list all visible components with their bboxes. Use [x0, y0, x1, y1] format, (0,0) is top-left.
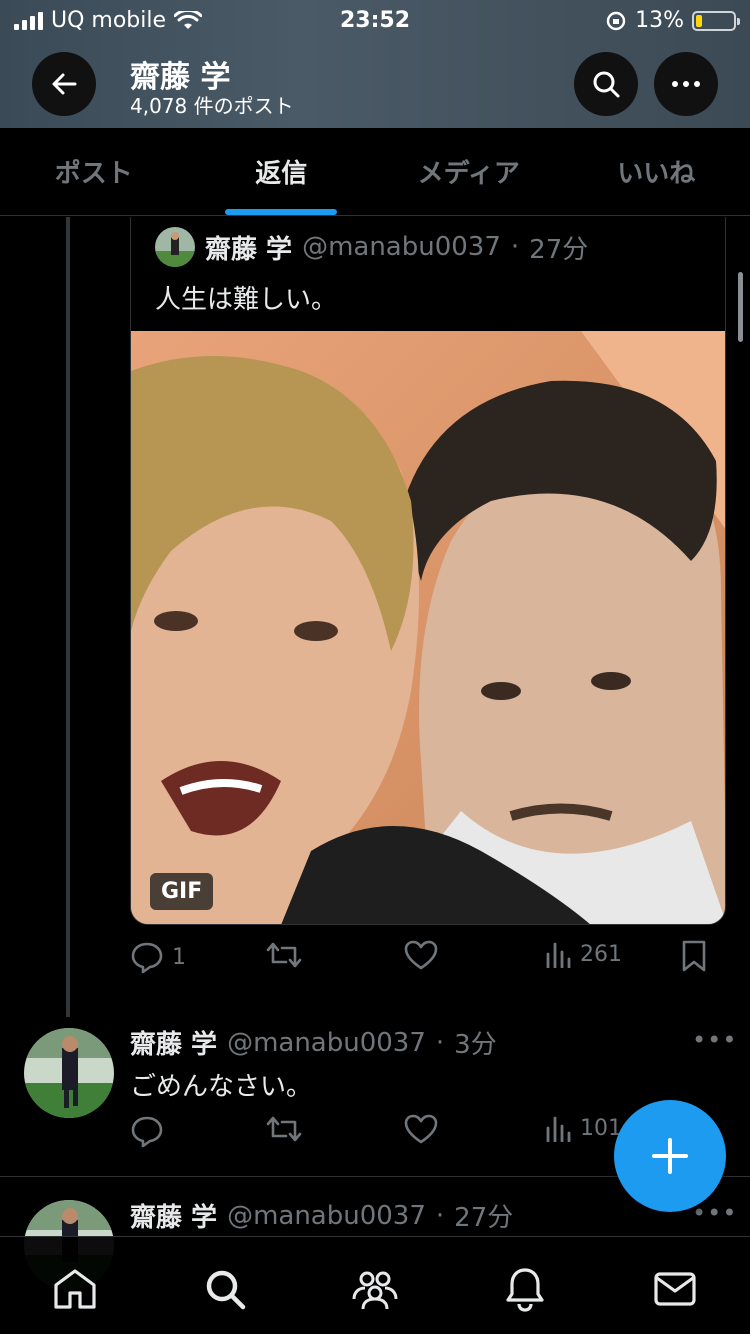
reply-header: 齋藤 学 @manabu0037 · 3分	[130, 1024, 497, 1061]
tab-likes[interactable]: いいね	[563, 128, 750, 215]
heart-icon	[404, 1114, 438, 1144]
author-handle: @manabu0037	[227, 1027, 426, 1058]
notifications-icon	[506, 1268, 544, 1312]
nav-communities[interactable]	[345, 1259, 405, 1319]
view-count: 101	[580, 1115, 622, 1141]
nav-search[interactable]	[195, 1259, 255, 1319]
like-button[interactable]	[404, 940, 438, 970]
search-icon	[206, 1270, 246, 1310]
bookmark-button[interactable]	[680, 940, 708, 972]
author-handle: @manabu0037	[302, 232, 501, 262]
avatar[interactable]	[24, 1028, 114, 1118]
search-button[interactable]	[574, 52, 638, 116]
author-name: 齋藤 学	[130, 1030, 218, 1060]
reply-icon	[131, 1116, 163, 1148]
separator-dot: ·	[435, 1200, 445, 1231]
gif-badge: GIF	[150, 873, 214, 910]
repost-icon	[266, 1116, 302, 1142]
reply-count: 1	[172, 944, 186, 970]
like-button[interactable]	[404, 1114, 438, 1144]
reply-header: 齋藤 学 @manabu0037 · 27分	[130, 1197, 513, 1234]
nav-notifications[interactable]	[495, 1259, 555, 1319]
view-count: 261	[580, 941, 622, 967]
battery-icon	[692, 10, 740, 31]
avatar	[155, 227, 195, 267]
tab-replies[interactable]: 返信	[188, 128, 376, 215]
author-name: 齋藤 学	[205, 234, 293, 265]
quoted-post[interactable]: 齋藤 学 @manabu0037 · 27分 人生は難しい。 GIF	[130, 217, 726, 925]
author-handle: @manabu0037	[227, 1200, 426, 1231]
separator-dot: ·	[510, 232, 520, 262]
reply-button[interactable]: 1	[130, 940, 186, 974]
thread-connector-line	[66, 217, 70, 1017]
battery-percent: 13%	[635, 8, 684, 33]
more-options-button[interactable]	[654, 52, 718, 116]
search-icon	[593, 71, 620, 98]
views-button[interactable]: 261	[544, 940, 622, 968]
post-actions: 1 261	[130, 940, 726, 980]
post-time: 3分	[454, 1030, 497, 1060]
repost-button[interactable]	[266, 940, 302, 970]
repost-icon	[266, 942, 302, 968]
views-chart-icon	[546, 942, 571, 968]
post-text: 人生は難しい。	[155, 285, 338, 315]
tab-media[interactable]: メディア	[375, 128, 563, 215]
plus-icon	[652, 1138, 688, 1174]
reply-button[interactable]	[130, 1114, 164, 1148]
separator-dot: ·	[435, 1027, 445, 1058]
nav-messages[interactable]	[645, 1259, 705, 1319]
profile-tabs: ポスト 返信 メディア いいね	[0, 128, 750, 216]
author-name: 齋藤 学	[130, 1203, 218, 1233]
profile-header: UQ mobile 23:52 13% 齋藤 学 4,078 件のポスト	[0, 0, 750, 128]
communities-icon	[352, 1271, 398, 1310]
arrow-left-icon	[52, 73, 77, 95]
repost-button[interactable]	[266, 1114, 302, 1144]
status-right: 13%	[605, 8, 740, 33]
home-icon	[54, 1269, 96, 1309]
post-time: 27分	[454, 1203, 514, 1233]
gif-media[interactable]: GIF	[131, 331, 725, 924]
post-time: 27分	[529, 234, 589, 265]
bottom-navigation	[0, 1236, 750, 1334]
ellipsis-icon	[672, 81, 700, 87]
tab-posts[interactable]: ポスト	[0, 128, 188, 215]
views-chart-icon	[546, 1116, 571, 1142]
scrollbar[interactable]	[738, 272, 743, 342]
bookmark-icon	[682, 940, 706, 972]
post-more-button[interactable]: •••	[692, 1026, 737, 1054]
nav-home[interactable]	[45, 1259, 105, 1319]
quoted-post-header: 齋藤 学 @manabu0037 · 27分	[155, 227, 588, 267]
views-button[interactable]: 101	[544, 1114, 622, 1142]
compose-post-button[interactable]	[614, 1100, 726, 1212]
back-button[interactable]	[32, 52, 96, 116]
status-bar: UQ mobile 23:52 13%	[0, 0, 750, 40]
reply-icon	[131, 942, 163, 974]
orientation-lock-icon	[606, 11, 626, 30]
post-text: ごめんなさい。	[130, 1072, 313, 1102]
post-count: 4,078 件のポスト	[130, 94, 294, 118]
heart-icon	[404, 940, 438, 970]
messages-icon	[654, 1272, 696, 1306]
